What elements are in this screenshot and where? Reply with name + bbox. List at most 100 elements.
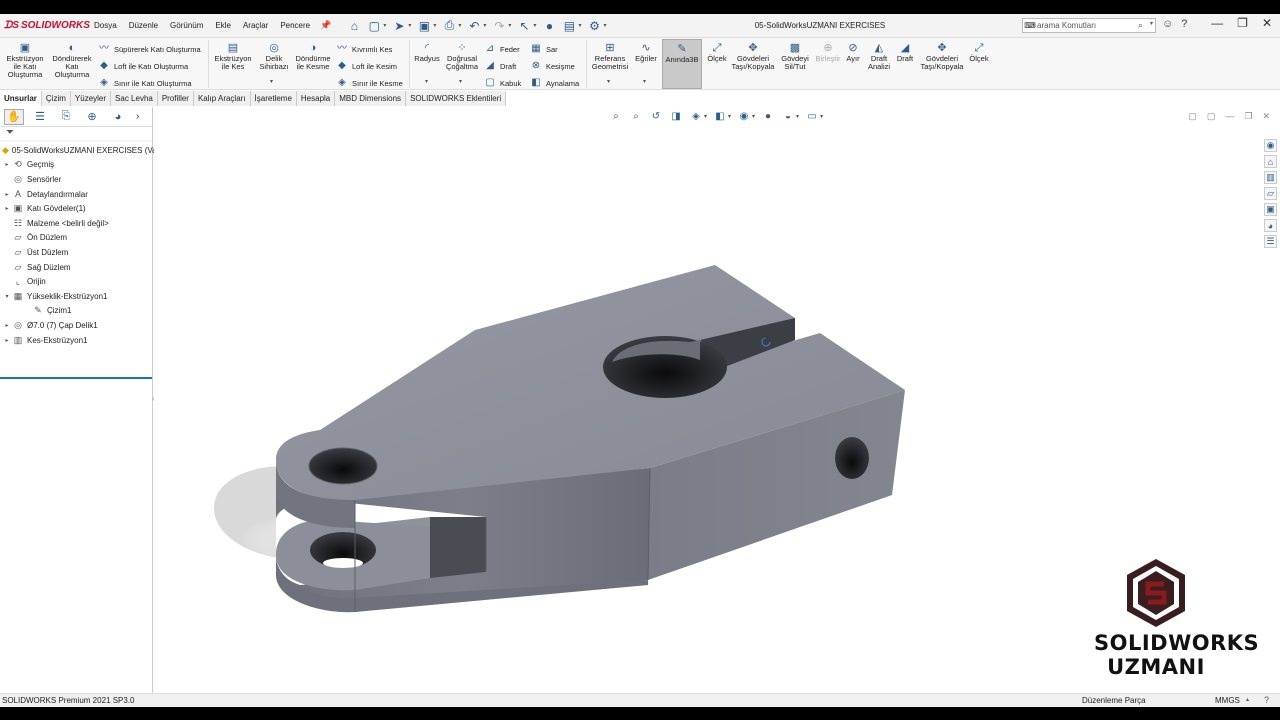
save-icon[interactable]: ▣ [417,19,431,33]
loft-cut-button[interactable]: ◆ Loft ile Kesim [336,60,397,72]
draft-button-2[interactable]: ◢ Draft [894,42,916,63]
menu-view[interactable]: Görünüm [164,21,209,30]
chevron-down-icon[interactable]: ▾ [383,22,386,29]
fillet-button[interactable]: ◜ Radyus [412,42,442,63]
minimize-icon[interactable]: — [1211,16,1223,30]
traffic-light-icon[interactable]: ● [542,19,556,33]
swept-cut-button[interactable]: 〰 Kıvrımlı Kes [336,43,392,55]
select-cursor-icon[interactable]: ↖ [517,19,531,33]
expand-toggle-icon[interactable]: ▾ [2,293,12,300]
scale-button-2[interactable]: ⤢ Ölçek [966,42,992,63]
chevron-down-icon[interactable]: ▾ [533,22,536,29]
tab-surfaces[interactable]: Yüzeyler [71,91,112,106]
search-icon[interactable]: ⌕ [1138,20,1143,31]
redo-icon[interactable]: ↷ [492,19,506,33]
app-logo[interactable]: ᗪS SOLIDWORKS [0,20,90,31]
rib-button[interactable]: ⊿ Feder [484,43,520,55]
chevron-down-icon[interactable]: ▾ [607,78,610,85]
boundary-boss-button[interactable]: ◈ Sınır ile Katı Oluşturma [98,77,191,89]
curves-button[interactable]: ∿ Eğriler [632,42,660,63]
print-icon[interactable]: ⎙ [442,18,456,33]
feature-tree-item[interactable]: ⌞ Orijin [0,274,152,289]
feature-tree-item[interactable]: ▾ ▦ Yükseklik-Ekstrüzyon1 [0,289,152,304]
chevron-down-icon[interactable]: ▾ [643,78,646,85]
undo-icon[interactable]: ↶ [467,19,481,33]
feature-manager-tab-icon[interactable]: ✋ [4,108,24,125]
reference-geometry-button[interactable]: ⊞ Referans Geometrisi [588,42,632,71]
chevron-down-icon[interactable]: ▾ [433,22,436,29]
move-copy-bodies-button[interactable]: ✥ Gövdeleri Taşı/Kopyala [730,42,776,71]
chevron-down-icon[interactable]: ▾ [1150,20,1153,27]
menu-tools[interactable]: Araçlar [237,21,274,30]
expand-toggle-icon[interactable]: ▸ [2,161,12,168]
swept-boss-button[interactable]: 〰 Süpürerek Katı Oluşturma [98,43,201,55]
feature-tree-item[interactable]: ◆ 05-SolidWorksUZMANI EXERCISES (Va [0,143,157,158]
tab-sheet-metal[interactable]: Sac Levha [111,91,158,106]
unit-system-selector[interactable]: MMGS [1215,694,1240,707]
restore-icon[interactable]: ❐ [1237,16,1248,30]
pin-menu-icon[interactable]: 📌 [320,20,331,31]
revolve-boss-button[interactable]: ◐ Döndürerek Katı Oluşturma [50,42,94,79]
tab-mbd-dimensions[interactable]: MBD Dimensions [335,91,407,106]
feature-tree-item[interactable]: ☷ Malzeme <belirli değil> [0,216,152,231]
feature-tree-item[interactable]: ▱ Üst Düzlem [0,245,152,260]
split-button[interactable]: ⊘ Ayır [842,42,864,63]
chevron-down-icon[interactable]: ▾ [458,22,461,29]
feature-tree-item[interactable]: ◎ Sensörler [0,172,152,187]
chevron-down-icon[interactable]: ▾ [459,78,462,85]
loft-boss-button[interactable]: ◆ Loft ile Katı Oluşturma [98,60,188,72]
mirror-button[interactable]: ◧ Aynalama [530,77,579,89]
chevron-down-icon[interactable]: ▾ [408,22,411,29]
draft-analysis-button[interactable]: ◭ Draft Analizi [864,42,894,71]
rollback-bar[interactable] [0,377,152,379]
tab-features[interactable]: Unsurlar [0,91,42,106]
hole-wizard-button[interactable]: ◎ Delik Sihirbazı [256,42,292,71]
intersect-button[interactable]: ⊗ Kesişme [530,60,575,72]
feature-tree-item[interactable]: ▸ ⟲ Geçmiş [0,158,152,173]
delete-keep-body-button[interactable]: ▩ Gövdeyi Sil/Tut [778,42,812,71]
chevron-down-icon[interactable]: ▾ [483,22,486,29]
tab-weldments[interactable]: Profiller [158,91,194,106]
boundary-cut-button[interactable]: ◈ Sınır ile Kesme [336,77,403,89]
menu-window[interactable]: Pencere [274,21,316,30]
expand-toggle-icon[interactable]: ▸ [2,205,12,212]
tab-mold-tools[interactable]: Kalıp Araçları [194,91,251,106]
chevron-down-icon[interactable]: ▾ [425,78,428,85]
expand-toggle-icon[interactable]: ▸ [2,191,12,198]
feature-tree-item[interactable]: ✎ Çizim1 [0,304,152,319]
help-icon[interactable]: ? [1181,18,1187,30]
chevron-down-icon[interactable]: ▾ [508,22,511,29]
configuration-manager-tab-icon[interactable]: ⎘ [56,109,76,125]
feature-tree-item[interactable]: ▱ Sağ Düzlem [0,260,152,275]
expand-toggle-icon[interactable]: ▸ [2,322,12,329]
chevron-down-icon[interactable]: ▾ [578,22,581,29]
close-icon[interactable]: ✕ [1262,16,1272,30]
dimxpert-tab-icon[interactable]: ⊕ [82,109,102,125]
tab-evaluate[interactable]: Hesapla [297,91,336,106]
expand-toggle-icon[interactable]: ▸ [2,337,12,344]
chevron-down-icon[interactable]: ▾ [270,78,273,85]
scale-button[interactable]: ⤢ Ölçek [704,42,730,63]
feature-tree-item[interactable]: ▸ A Detaylandırmalar [0,187,152,202]
graphics-area[interactable]: ⌕ ⌕ ↺ ◨ ◈ ▾ ◧ ▾ ◉ ▾ ● ◒ ▾ ▭ ▾ ▢ ▢ — ❐ ✕ ◉ ⌂ ▥… [154,107,1280,707]
open-icon[interactable]: ➤ [392,19,406,33]
feature-tree-item[interactable]: ▸ ◎ Ø7.0 (7) Çap Delik1 [0,318,152,333]
status-help-icon[interactable]: ? [1264,694,1269,707]
feature-tree-item[interactable]: ▱ Ön Düzlem [0,231,152,246]
revolve-cut-button[interactable]: ◑ Döndürme ile Kesme [292,42,334,71]
menu-insert[interactable]: Ekle [209,21,237,30]
feature-tree-item[interactable]: ▸ ▥ Kes-Ekstrüzyon1 [0,333,152,348]
linear-pattern-button[interactable]: ⁘ Doğrusal Çoğaltma [444,42,480,71]
shell-button[interactable]: ▢ Kabuk [484,77,521,89]
feature-tree-item[interactable]: ▸ ▣ Katı Gövdeler(1) [0,201,152,216]
options-gear-icon[interactable]: ⚙ [587,19,601,33]
chevron-down-icon[interactable]: ▾ [603,22,606,29]
menu-edit[interactable]: Düzenle [123,21,164,30]
tab-sketch[interactable]: Çizim [42,91,71,106]
extrude-boss-button[interactable]: ▣ Ekstrüzyon ile Katı Oluşturma [4,42,46,79]
menu-file[interactable]: Dosya [88,21,123,30]
search-box[interactable]: ⌨ arama Komutları ⌕ ▾ [1022,18,1156,33]
combine-button[interactable]: ⊕ Birleştir [812,42,844,63]
filter-icon[interactable]: ⏷ [0,127,152,141]
extrude-cut-button[interactable]: ▤ Ekstrüzyon ile Kes [212,42,254,71]
